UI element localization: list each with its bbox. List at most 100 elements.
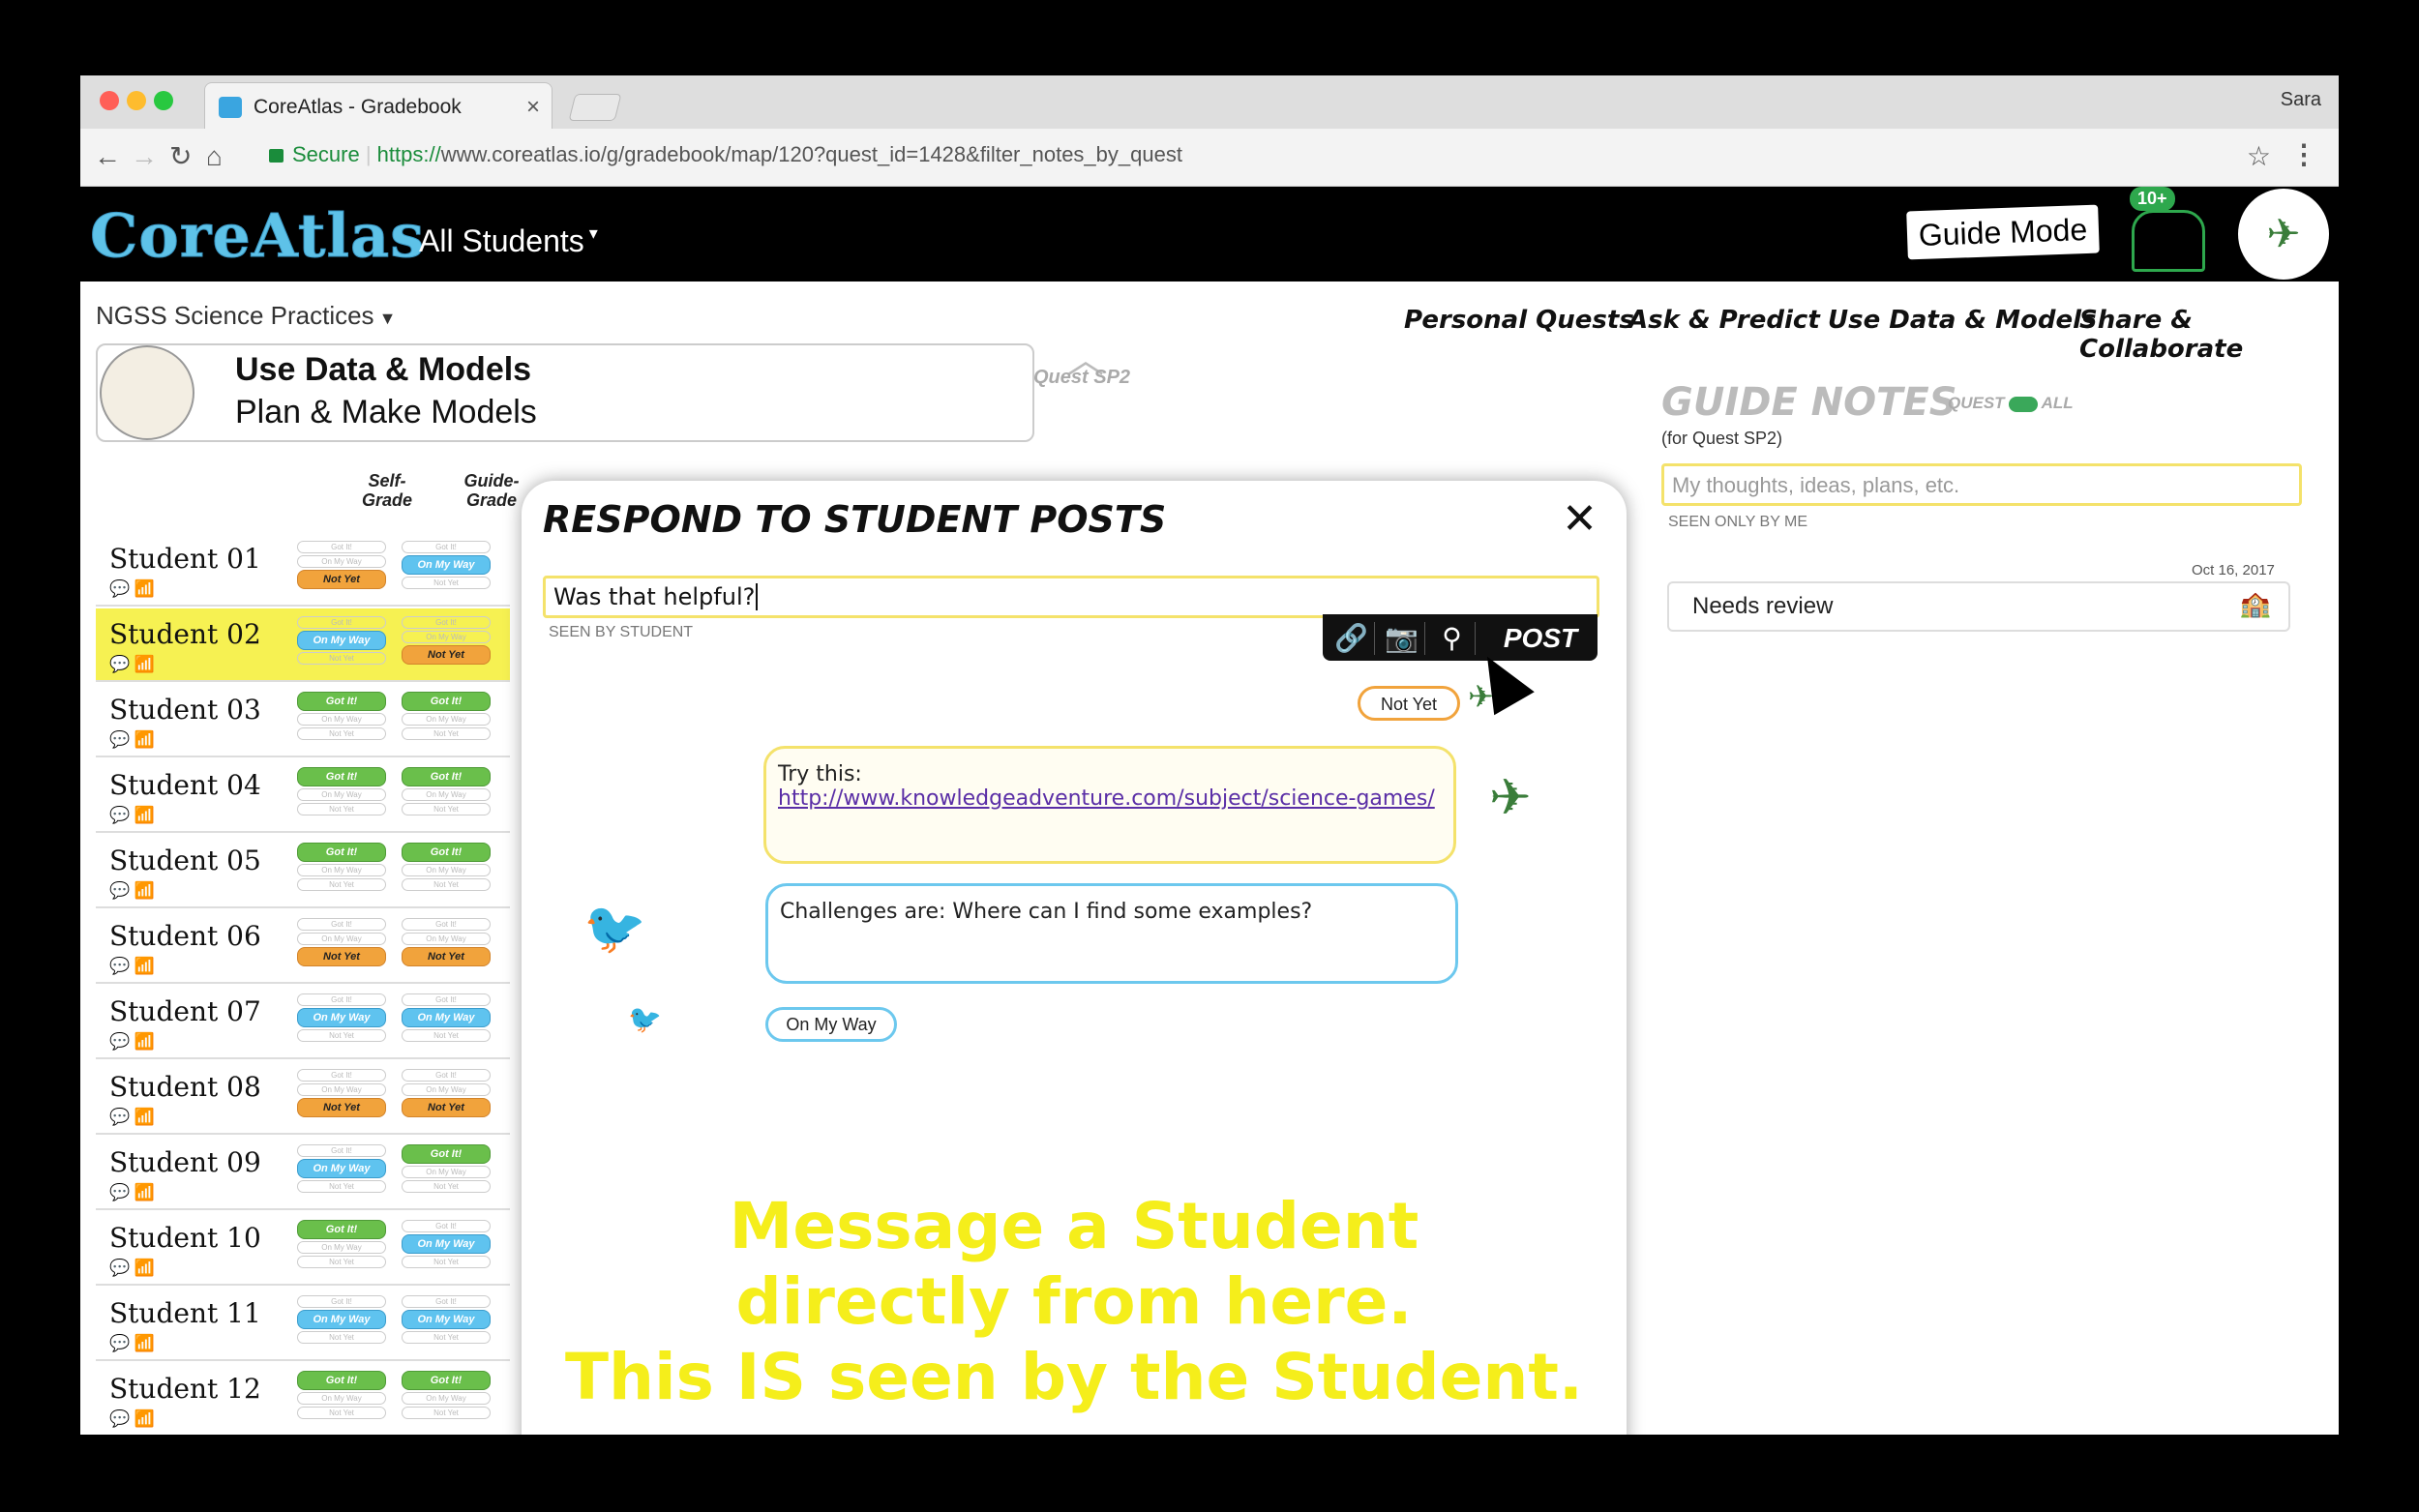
grade-pill-got[interactable]: Got It! — [402, 767, 491, 786]
student-name[interactable]: Student 12 — [109, 1373, 261, 1405]
standard-menu[interactable]: NGSS Science Practices ▼ — [96, 301, 396, 331]
grade-pill-got[interactable]: Got It! — [402, 1069, 491, 1082]
grade-pill-not[interactable]: Not Yet — [297, 1098, 386, 1117]
student-row[interactable]: Student 06 💬 📶 Got It! On My Way Not Yet Got … — [96, 910, 510, 984]
student-name[interactable]: Student 08 — [109, 1071, 261, 1103]
forward-icon[interactable]: → — [131, 140, 158, 173]
grade-pill-got[interactable]: Got It! — [402, 993, 491, 1006]
browser-menu-icon[interactable]: ⋮ — [2290, 138, 2317, 170]
comment-and-chart-icon[interactable]: 💬 📶 — [109, 806, 155, 825]
grade-pill-got[interactable]: Got It! — [297, 1069, 386, 1082]
comment-and-chart-icon[interactable]: 💬 📶 — [109, 1108, 155, 1127]
student-name[interactable]: Student 01 — [109, 543, 261, 575]
camera-icon[interactable]: 📷 — [1379, 622, 1425, 655]
grade-pill-not[interactable]: Not Yet — [402, 803, 491, 815]
grade-pill-way[interactable]: On My Way — [402, 788, 491, 801]
grade-pill-way[interactable]: On My Way — [297, 555, 386, 568]
comment-and-chart-icon[interactable]: 💬 📶 — [109, 1259, 155, 1278]
grade-pill-way[interactable]: On My Way — [402, 1166, 491, 1178]
grade-pill-got[interactable]: Got It! — [297, 692, 386, 711]
student-name[interactable]: Student 03 — [109, 694, 261, 726]
grade-pill-not[interactable]: Not Yet — [402, 1407, 491, 1419]
close-icon[interactable]: ✕ — [1562, 494, 1598, 544]
student-row[interactable]: Student 07 💬 📶 Got It! On My Way Not Yet Got … — [96, 986, 510, 1059]
close-window-button[interactable] — [100, 91, 119, 110]
browser-tab[interactable]: CoreAtlas - Gradebook × — [204, 82, 552, 129]
grade-pill-not[interactable]: Not Yet — [402, 577, 491, 589]
grade-pill-got[interactable]: Got It! — [297, 843, 386, 862]
grade-pill-got[interactable]: Got It! — [297, 1220, 386, 1239]
filter-toggle[interactable] — [2008, 396, 2038, 412]
guide-note-item[interactable]: Needs review 🏫 — [1667, 581, 2290, 632]
comment-and-chart-icon[interactable]: 💬 📶 — [109, 881, 155, 901]
nav-share-collaborate[interactable]: Share & Collaborate — [2079, 306, 2339, 364]
link-icon[interactable]: 🔗 — [1329, 622, 1375, 655]
nav-personal-quests[interactable]: Personal Quests — [1404, 306, 1634, 335]
grade-pill-not[interactable]: Not Yet — [402, 1180, 491, 1193]
bookmark-star-icon[interactable]: ☆ — [2247, 140, 2271, 172]
url-field[interactable]: Secure | https://www.coreatlas.io/g/grad… — [269, 142, 1182, 167]
student-row[interactable]: Student 01 💬 📶 Got It! On My Way Not Yet Got … — [96, 533, 510, 607]
student-name[interactable]: Student 10 — [109, 1222, 261, 1254]
grade-pill-not[interactable]: Not Yet — [402, 1098, 491, 1117]
grade-pill-got[interactable]: Got It! — [402, 616, 491, 629]
grade-pill-got[interactable]: Got It! — [402, 541, 491, 553]
guide-message-link[interactable]: http://www.knowledgeadventure.com/subjec… — [778, 786, 1435, 811]
student-name[interactable]: Student 09 — [109, 1146, 261, 1178]
grade-pill-got[interactable]: Got It! — [402, 692, 491, 711]
grade-pill-way[interactable]: On My Way — [402, 1234, 491, 1254]
student-name[interactable]: Student 06 — [109, 920, 261, 952]
grade-pill-not[interactable]: Not Yet — [297, 570, 386, 589]
grade-pill-got[interactable]: Got It! — [402, 1144, 491, 1164]
grade-pill-way[interactable]: On My Way — [297, 713, 386, 726]
grade-pill-way[interactable]: On My Way — [402, 713, 491, 726]
comment-and-chart-icon[interactable]: 💬 📶 — [109, 655, 155, 674]
grade-pill-not[interactable]: Not Yet — [402, 878, 491, 891]
guide-mode-button[interactable]: Guide Mode — [1906, 204, 2100, 260]
new-tab-button[interactable] — [568, 94, 622, 121]
comment-and-chart-icon[interactable]: 💬 📶 — [109, 579, 155, 599]
grade-pill-got[interactable]: Got It! — [402, 1295, 491, 1308]
student-row[interactable]: Student 09 💬 📶 Got It! On My Way Not Yet Got … — [96, 1137, 510, 1210]
close-tab-icon[interactable]: × — [526, 94, 540, 121]
grade-pill-not[interactable]: Not Yet — [297, 1331, 386, 1344]
comment-and-chart-icon[interactable]: 💬 📶 — [109, 1334, 155, 1353]
grade-pill-way[interactable]: On My Way — [297, 1159, 386, 1178]
grade-pill-way[interactable]: On My Way — [297, 1310, 386, 1329]
grade-pill-got[interactable]: Got It! — [297, 767, 386, 786]
grade-pill-got[interactable]: Got It! — [297, 616, 386, 629]
student-row[interactable]: Student 04 💬 📶 Got It! On My Way Not Yet Got … — [96, 759, 510, 833]
student-name[interactable]: Student 07 — [109, 995, 261, 1027]
grade-pill-not[interactable]: Not Yet — [297, 727, 386, 740]
grade-pill-way[interactable]: On My Way — [297, 1083, 386, 1096]
student-row[interactable]: Student 03 💬 📶 Got It! On My Way Not Yet Got … — [96, 684, 510, 757]
grade-pill-got[interactable]: Got It! — [297, 541, 386, 553]
comment-and-chart-icon[interactable]: 💬 📶 — [109, 1409, 155, 1429]
grade-pill-way[interactable]: On My Way — [402, 1310, 491, 1329]
grade-pill-way[interactable]: On My Way — [402, 864, 491, 876]
notes-filter[interactable]: QUEST ALL — [1948, 394, 2074, 413]
grade-pill-way[interactable]: On My Way — [297, 788, 386, 801]
grade-pill-not[interactable]: Not Yet — [297, 947, 386, 966]
grade-pill-not[interactable]: Not Yet — [297, 878, 386, 891]
grade-pill-way[interactable]: On My Way — [402, 555, 491, 575]
grade-pill-way[interactable]: On My Way — [402, 1392, 491, 1405]
grade-pill-way[interactable]: On My Way — [402, 1083, 491, 1096]
grade-pill-way[interactable]: On My Way — [402, 1008, 491, 1027]
grade-pill-got[interactable]: Got It! — [402, 1371, 491, 1390]
comment-and-chart-icon[interactable]: 💬 📶 — [109, 1183, 155, 1202]
grade-pill-way[interactable]: On My Way — [297, 933, 386, 945]
grade-pill-not[interactable]: Not Yet — [297, 1256, 386, 1268]
minimize-window-button[interactable] — [127, 91, 146, 110]
student-name[interactable]: Student 04 — [109, 769, 261, 801]
student-row[interactable]: Student 08 💬 📶 Got It! On My Way Not Yet Got … — [96, 1061, 510, 1135]
grade-pill-way[interactable]: On My Way — [402, 933, 491, 945]
comment-and-chart-icon[interactable]: 💬 📶 — [109, 730, 155, 750]
nav-use-data-models[interactable]: Use Data & Models — [1828, 306, 2097, 335]
reply-input[interactable]: Was that helpful? — [543, 576, 1599, 618]
grade-pill-not[interactable]: Not Yet — [297, 803, 386, 815]
grade-pill-got[interactable]: Got It! — [297, 1295, 386, 1308]
home-icon[interactable]: ⌂ — [206, 140, 223, 173]
zoom-window-button[interactable] — [154, 91, 173, 110]
grade-pill-got[interactable]: Got It! — [402, 918, 491, 931]
